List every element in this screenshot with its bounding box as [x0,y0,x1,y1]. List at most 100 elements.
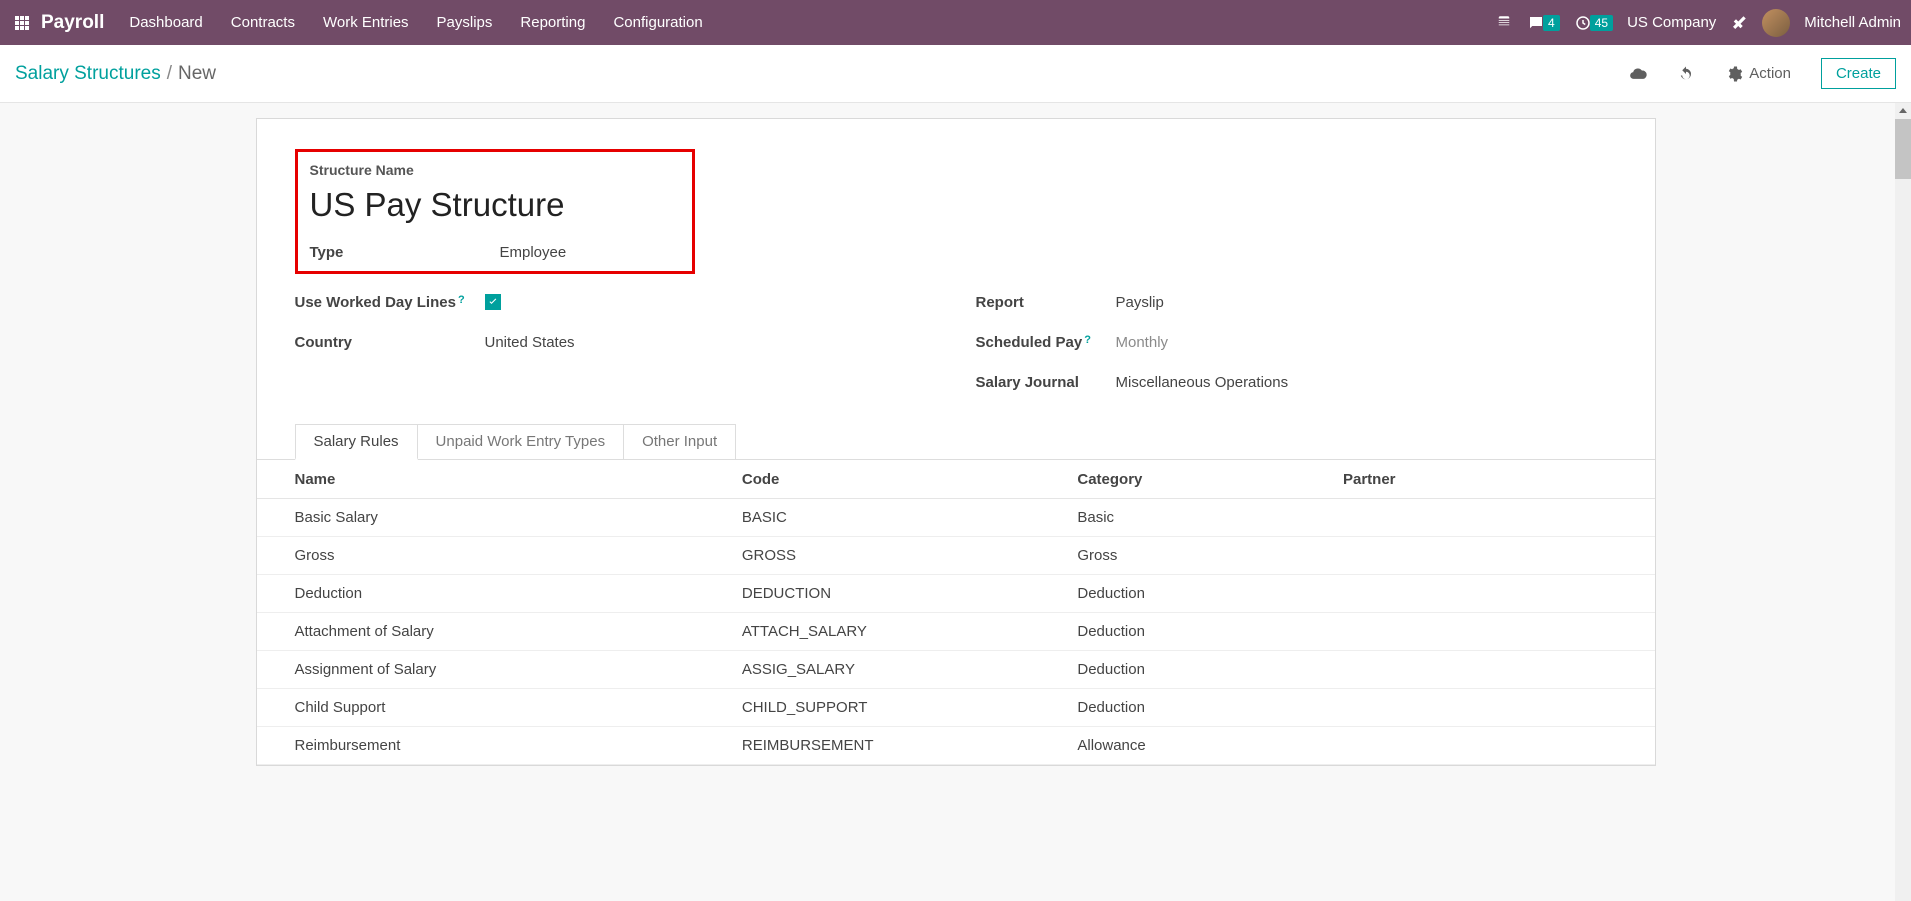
type-label: Type [310,244,500,261]
cell-partner [1305,689,1655,727]
tab-unpaid-work[interactable]: Unpaid Work Entry Types [417,424,625,460]
tabs: Salary Rules Unpaid Work Entry Types Oth… [295,424,1617,460]
menu-contracts[interactable]: Contracts [231,14,295,31]
cell-name: Basic Salary [257,499,704,537]
menu-reporting[interactable]: Reporting [520,14,585,31]
help-icon[interactable]: ? [1084,334,1091,346]
cell-name: Child Support [257,689,704,727]
cell-category: Deduction [1039,651,1305,689]
cell-category: Gross [1039,537,1305,575]
cell-code: CHILD_SUPPORT [704,689,1040,727]
scheduled-pay-value: Monthly [1116,334,1169,351]
tools-icon[interactable] [1730,14,1748,32]
menu-configuration[interactable]: Configuration [613,14,702,31]
table-row[interactable]: Child SupportCHILD_SUPPORTDeduction [257,689,1655,727]
cell-code: ASSIG_SALARY [704,651,1040,689]
th-partner[interactable]: Partner [1305,461,1655,499]
cell-partner [1305,651,1655,689]
vertical-scrollbar[interactable] [1895,103,1911,901]
cell-partner [1305,499,1655,537]
salary-journal-value[interactable]: Miscellaneous Operations [1116,374,1289,391]
cell-name: Gross [257,537,704,575]
menu-dashboard[interactable]: Dashboard [129,14,202,31]
country-value[interactable]: United States [485,334,575,351]
th-code[interactable]: Code [704,461,1040,499]
cell-code: BASIC [704,499,1040,537]
phone-icon[interactable] [1495,14,1513,32]
cell-code: ATTACH_SALARY [704,613,1040,651]
form-col-right: Report Payslip Scheduled Pay? Monthly Sa… [956,282,1617,402]
clock-indicator[interactable]: 45 [1574,14,1613,32]
table-header-row: Name Code Category Partner [257,461,1655,499]
scroll-up-icon[interactable] [1895,103,1911,119]
table-row[interactable]: Basic SalaryBASICBasic [257,499,1655,537]
action-dropdown[interactable]: Action [1725,65,1791,83]
table-row[interactable]: ReimbursementREIMBURSEMENTAllowance [257,727,1655,765]
form-sheet: Structure Name US Pay Structure Type Emp… [256,118,1656,766]
create-button[interactable]: Create [1821,58,1896,89]
tab-border [257,459,1655,460]
content-area: Structure Name US Pay Structure Type Emp… [0,103,1911,901]
gear-icon [1725,65,1743,83]
cell-name: Reimbursement [257,727,704,765]
clock-badge: 45 [1590,15,1613,31]
highlight-box: Structure Name US Pay Structure Type Emp… [295,149,695,274]
cell-partner [1305,727,1655,765]
avatar[interactable] [1762,9,1790,37]
scrollbar-thumb[interactable] [1895,119,1911,179]
breadcrumb-sep: / [167,63,172,85]
help-icon[interactable]: ? [458,294,465,306]
cell-code: REIMBURSEMENT [704,727,1040,765]
username[interactable]: Mitchell Admin [1804,14,1901,31]
table-row[interactable]: DeductionDEDUCTIONDeduction [257,575,1655,613]
cell-name: Assignment of Salary [257,651,704,689]
cell-name: Deduction [257,575,704,613]
structure-name-label: Structure Name [310,162,680,178]
structure-name-value[interactable]: US Pay Structure [310,186,680,224]
scheduled-pay-label: Scheduled Pay? [976,334,1116,351]
apps-icon[interactable] [15,16,29,30]
report-label: Report [976,294,1116,311]
th-name[interactable]: Name [257,461,704,499]
breadcrumb-actions: Action Create [1629,58,1896,89]
cell-category: Allowance [1039,727,1305,765]
breadcrumb-root[interactable]: Salary Structures [15,63,161,85]
salary-rules-table: Name Code Category Partner Basic SalaryB… [257,461,1655,765]
form-columns: Use Worked Day Lines? Country United Sta… [295,282,1617,402]
top-menu: Dashboard Contracts Work Entries Payslip… [129,14,702,31]
cloud-save-icon[interactable] [1629,65,1647,83]
cell-code: GROSS [704,537,1040,575]
topbar-right: 4 45 US Company Mitchell Admin [1495,9,1901,37]
country-label: Country [295,334,485,351]
discard-icon[interactable] [1677,65,1695,83]
report-value[interactable]: Payslip [1116,294,1164,311]
topbar: Payroll Dashboard Contracts Work Entries… [0,0,1911,45]
cell-category: Deduction [1039,613,1305,651]
action-label: Action [1749,65,1791,82]
chat-badge: 4 [1543,15,1560,31]
cell-category: Basic [1039,499,1305,537]
tab-other-input[interactable]: Other Input [623,424,736,460]
table-row[interactable]: Attachment of SalaryATTACH_SALARYDeducti… [257,613,1655,651]
form-col-left: Use Worked Day Lines? Country United Sta… [295,282,956,402]
cell-name: Attachment of Salary [257,613,704,651]
type-value[interactable]: Employee [500,244,567,261]
table-row[interactable]: GrossGROSSGross [257,537,1655,575]
table-row[interactable]: Assignment of SalaryASSIG_SALARYDeductio… [257,651,1655,689]
brand[interactable]: Payroll [41,12,104,34]
salary-journal-label: Salary Journal [976,374,1116,391]
cell-partner [1305,575,1655,613]
breadcrumb-row: Salary Structures / New Action Create [0,45,1911,103]
breadcrumb-current: New [178,63,216,85]
worked-lines-label: Use Worked Day Lines? [295,294,485,311]
menu-work-entries[interactable]: Work Entries [323,14,409,31]
cell-code: DEDUCTION [704,575,1040,613]
company-selector[interactable]: US Company [1627,14,1716,31]
th-category[interactable]: Category [1039,461,1305,499]
cell-category: Deduction [1039,689,1305,727]
worked-lines-checkbox[interactable] [485,294,501,310]
chat-indicator[interactable]: 4 [1527,14,1560,32]
cell-category: Deduction [1039,575,1305,613]
menu-payslips[interactable]: Payslips [437,14,493,31]
tab-salary-rules[interactable]: Salary Rules [295,424,418,460]
